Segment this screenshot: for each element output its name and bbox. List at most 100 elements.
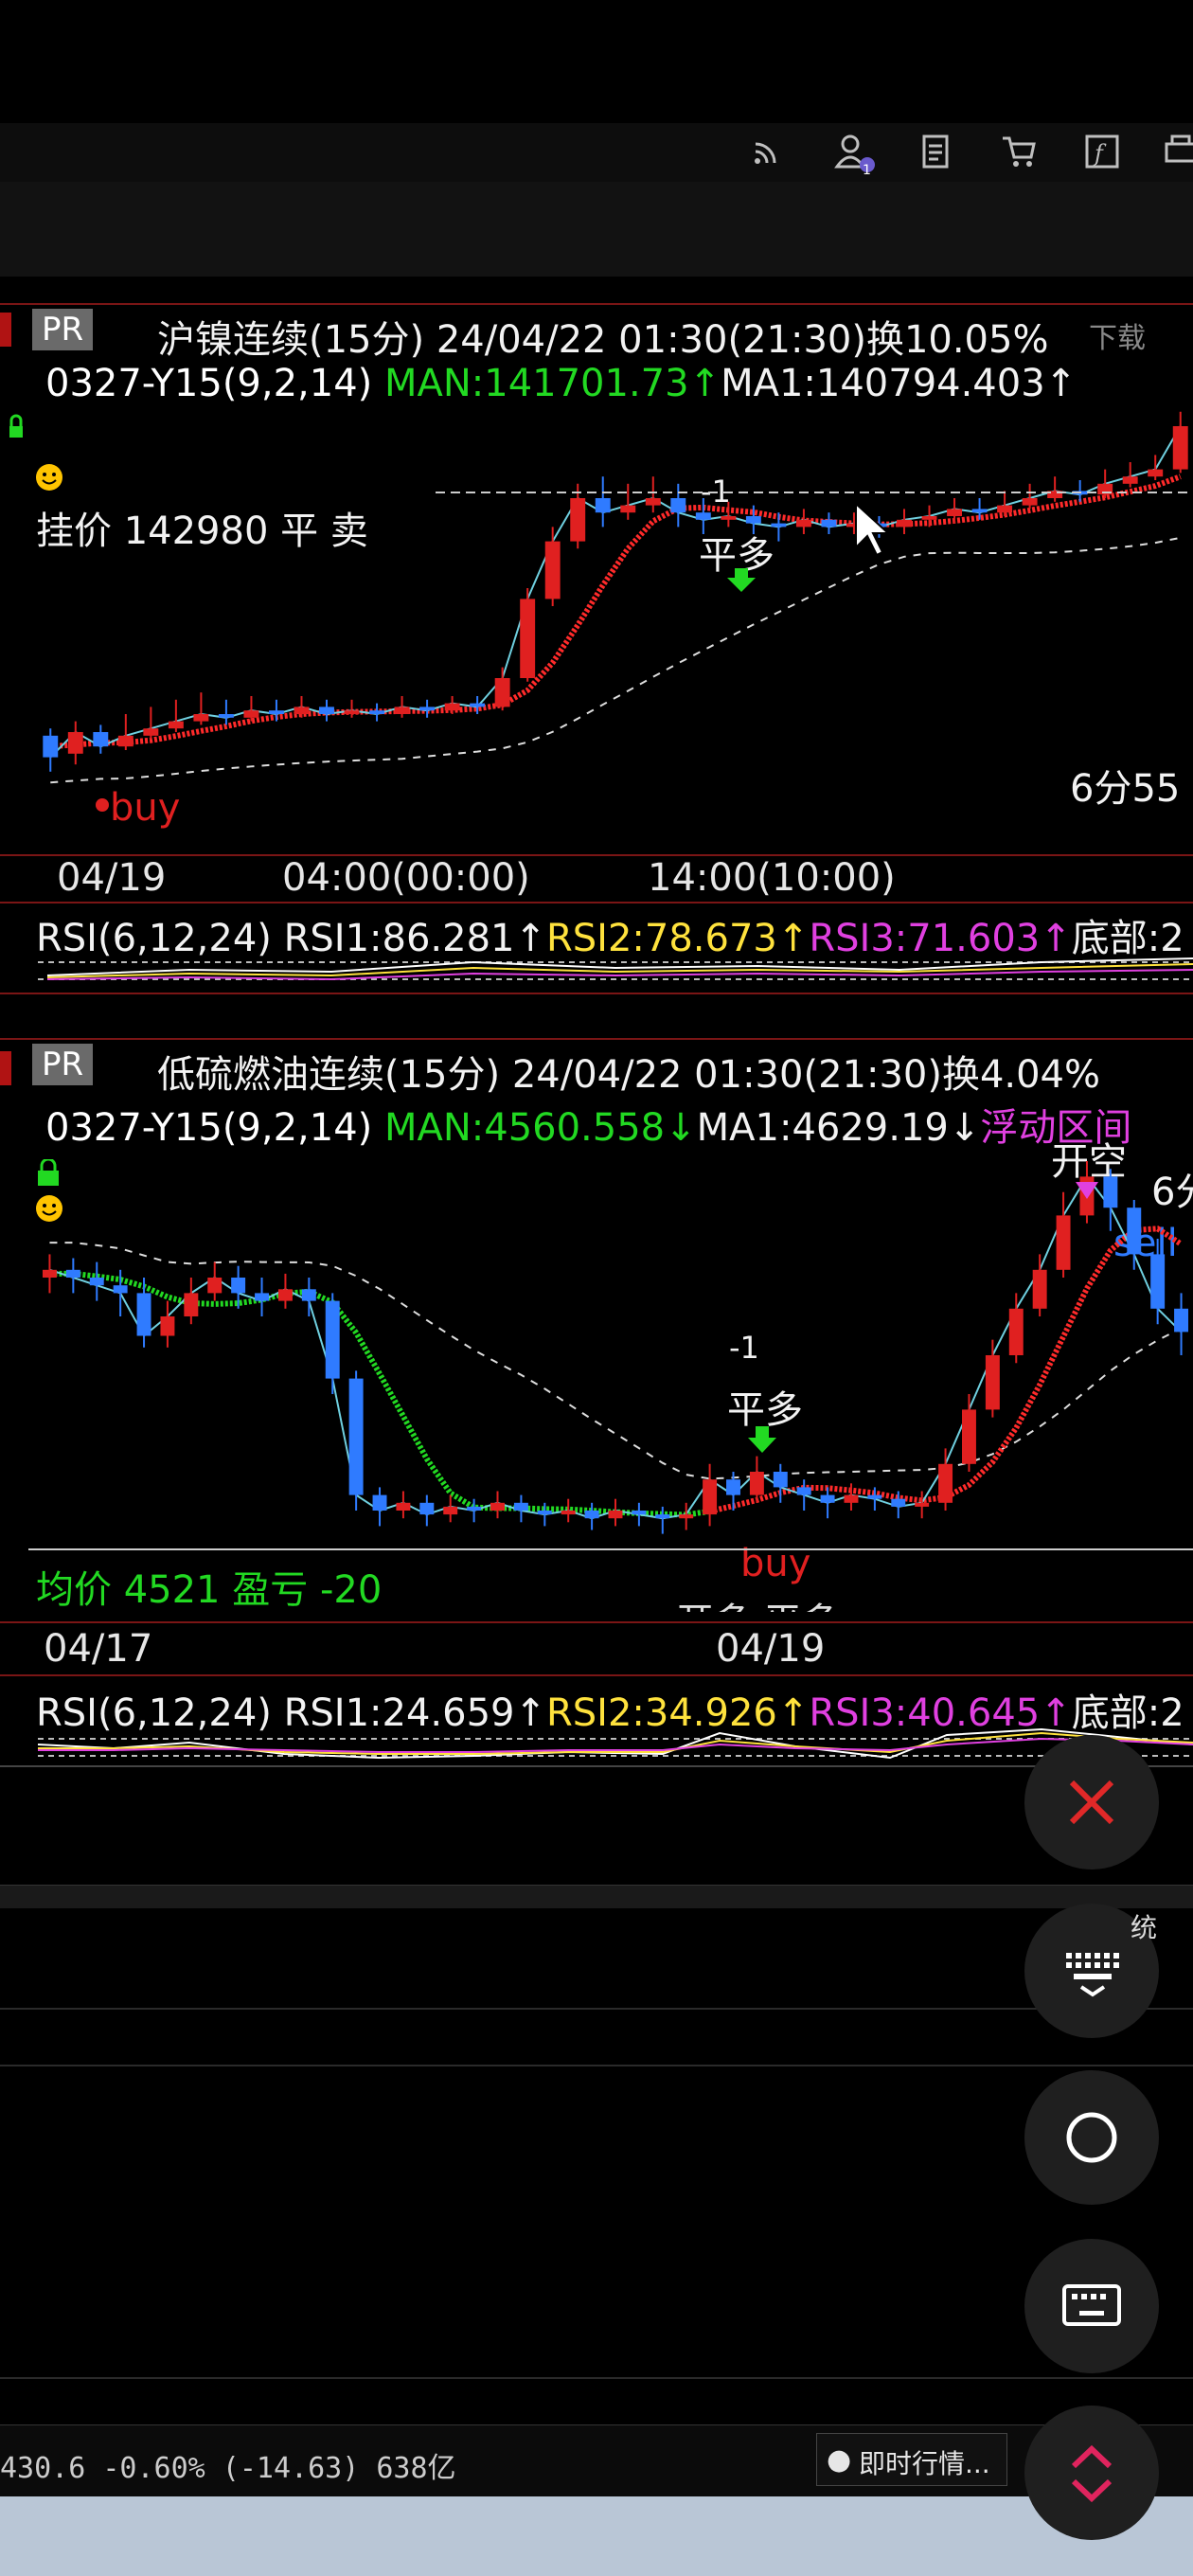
divider-bar xyxy=(0,1885,1193,1908)
top-toolbar: 1 f xyxy=(0,123,1193,183)
candle-body xyxy=(136,1293,151,1336)
candle-body xyxy=(620,505,636,513)
candle-body xyxy=(537,1511,552,1515)
print-icon[interactable] xyxy=(1163,133,1193,170)
candle-body xyxy=(749,1472,764,1495)
arrow-down-icon xyxy=(748,1426,776,1453)
candle-body xyxy=(394,707,410,714)
candle-body xyxy=(43,735,59,758)
candle-body xyxy=(867,1494,882,1499)
price-line xyxy=(49,425,1182,759)
candle-body xyxy=(218,714,234,718)
candle-body xyxy=(42,1269,57,1278)
keyboard-button[interactable] xyxy=(1024,2239,1159,2373)
chart1-date-axis: 04/19 04:00(00:00) 14:00(10:00) xyxy=(0,849,1193,903)
candle-body xyxy=(184,1293,199,1316)
candle-body xyxy=(584,1511,599,1519)
rsi1-lines xyxy=(38,957,1193,981)
candle-body xyxy=(243,710,259,718)
candle-body xyxy=(467,1506,482,1511)
rsi2-lines xyxy=(37,1727,1193,1760)
candle-body xyxy=(1150,1254,1166,1309)
candle-body xyxy=(67,732,83,754)
candle-body xyxy=(595,498,611,513)
document-icon[interactable] xyxy=(917,133,954,170)
candle-body xyxy=(372,1494,387,1511)
keyboard-icon xyxy=(1062,2284,1121,2326)
candle-body xyxy=(570,498,586,542)
chart2-canvas[interactable] xyxy=(0,1038,1193,1619)
candle-body xyxy=(1056,1215,1071,1270)
buy-dot-icon xyxy=(96,798,109,812)
candle-body xyxy=(89,1278,104,1286)
user-icon[interactable]: 1 xyxy=(833,133,875,178)
candle-body xyxy=(695,512,711,520)
close-icon xyxy=(1069,1780,1114,1825)
toggle-button[interactable] xyxy=(1024,2406,1159,2540)
candle-body xyxy=(419,707,436,711)
candle-body xyxy=(443,1506,458,1515)
candle-body xyxy=(490,1502,505,1511)
candle-body xyxy=(608,1511,623,1519)
candle-body xyxy=(773,1472,788,1488)
rss-icon[interactable] xyxy=(748,133,786,170)
chart1-canvas[interactable] xyxy=(0,303,1193,852)
candle-body xyxy=(520,599,536,678)
candle-body xyxy=(1103,1176,1118,1208)
candle-body xyxy=(301,1289,316,1301)
candle-body xyxy=(193,714,209,722)
home-button[interactable] xyxy=(1024,2070,1159,2205)
candle-body xyxy=(277,1289,293,1301)
candle-body xyxy=(93,732,109,747)
mouse-cursor-icon xyxy=(855,501,891,557)
rsi1-panel[interactable]: RSI(6,12,24) RSI1:86.281↑RSI2:78.673↑RSI… xyxy=(0,902,1193,994)
candle-body xyxy=(344,710,360,714)
candle-body xyxy=(947,509,962,516)
date-label: 04/19 xyxy=(716,1627,826,1671)
candle-body xyxy=(65,1269,80,1278)
status-bar: 430.6 -0.60% (-14.63) 638亿 ● 即时行情... xyxy=(0,2424,1193,2497)
ma-red-line xyxy=(50,474,1182,750)
candle-body xyxy=(921,516,937,520)
candle-body xyxy=(938,1463,953,1503)
date-label: 04/17 xyxy=(44,1627,153,1671)
keyboard-hide-button[interactable]: 统 xyxy=(1024,1904,1159,2038)
candle-body xyxy=(891,1498,906,1507)
candle-body xyxy=(971,509,988,513)
candle-body xyxy=(726,1479,740,1495)
index-quote: 430.6 -0.60% (-14.63) 638亿 xyxy=(0,2452,456,2485)
bottom-bar xyxy=(0,2496,1193,2576)
arrow-down-icon xyxy=(727,568,756,592)
candle-body xyxy=(679,1514,694,1519)
candle-body xyxy=(396,1502,411,1511)
candle-body xyxy=(745,516,761,524)
candle-body xyxy=(1174,1308,1189,1333)
candle-body xyxy=(1172,426,1188,470)
close-button[interactable] xyxy=(1024,1735,1159,1869)
ma-long-line xyxy=(50,536,1181,784)
candle-body xyxy=(915,1502,930,1507)
candle-body xyxy=(269,710,284,714)
chevron-updown-icon xyxy=(1071,2444,1113,2503)
candle-body xyxy=(1127,1208,1142,1255)
chart2-date-axis: 04/17 04/19 xyxy=(0,1616,1193,1676)
candle-body xyxy=(821,519,837,528)
candle-body xyxy=(997,505,1013,513)
candle-body xyxy=(348,1378,364,1495)
svg-text:f: f xyxy=(1093,140,1107,167)
candle-body xyxy=(419,1502,435,1515)
date-label: 04:00(00:00) xyxy=(282,856,530,900)
candle-body xyxy=(294,707,310,714)
candle-body xyxy=(113,1285,128,1294)
function-icon[interactable]: f xyxy=(1083,133,1121,170)
cart-icon[interactable] xyxy=(1000,133,1038,170)
news-label: 即时行情... xyxy=(859,2448,990,2479)
divider-line xyxy=(0,2008,1193,2010)
rsi2-panel[interactable]: RSI(6,12,24) RSI1:24.659↑RSI2:34.926↑RSI… xyxy=(0,1674,1193,1767)
candle-body xyxy=(1008,1308,1024,1355)
news-tab[interactable]: ● 即时行情... xyxy=(816,2433,1007,2486)
candle-body xyxy=(1148,469,1164,477)
candle-body xyxy=(796,1487,811,1495)
candle-body xyxy=(117,735,134,747)
candle-body xyxy=(160,1316,175,1336)
